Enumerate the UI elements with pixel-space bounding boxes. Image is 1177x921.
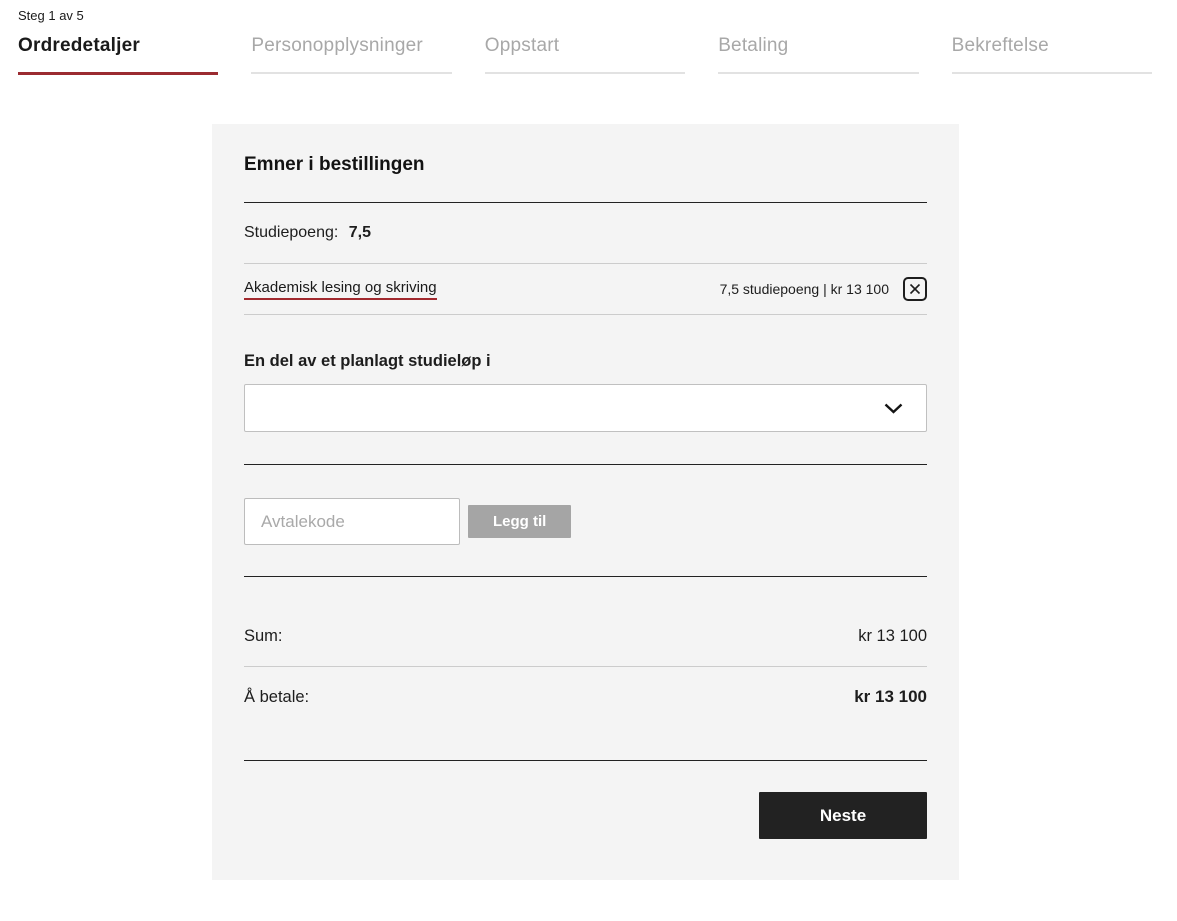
step-indicator: Steg 1 av 5 (18, 8, 1152, 23)
credits-label: Studiepoeng: (244, 224, 338, 241)
divider (244, 314, 927, 315)
amount-due-value: kr 13 100 (854, 687, 927, 707)
course-link[interactable]: Akademisk lesing og skriving (244, 279, 437, 300)
step-tab-underline (485, 72, 685, 74)
credits-row: Studiepoeng: 7,5 (244, 203, 927, 263)
step-tab-label: Personopplysninger (251, 35, 451, 57)
step-tab-oppstart[interactable]: Oppstart (485, 35, 685, 75)
sum-label: Sum: (244, 627, 283, 646)
sum-value: kr 13 100 (858, 627, 927, 646)
step-tab-underline (18, 72, 218, 75)
step-tab-label: Bekreftelse (952, 35, 1152, 57)
step-tabs: Ordredetaljer Personopplysninger Oppstar… (18, 35, 1152, 75)
close-icon (909, 283, 921, 295)
add-code-button[interactable]: Legg til (468, 505, 571, 538)
study-path-section: En del av et planlagt studieløp i (244, 352, 927, 432)
step-tab-bekreftelse[interactable]: Bekreftelse (952, 35, 1152, 75)
card-title: Emner i bestillingen (244, 154, 927, 176)
next-button[interactable]: Neste (759, 792, 927, 839)
step-tab-underline (251, 72, 451, 74)
amount-due-row: Å betale: kr 13 100 (244, 667, 927, 760)
credits-value: 7,5 (349, 224, 371, 241)
divider (244, 760, 927, 761)
step-tab-label: Oppstart (485, 35, 685, 57)
checkout-stepper: Steg 1 av 5 Ordredetaljer Personopplysni… (0, 0, 1177, 75)
study-path-label: En del av et planlagt studieløp i (244, 352, 927, 371)
course-meta: 7,5 studiepoeng | kr 13 100 (720, 277, 927, 301)
step-tab-ordredetaljer[interactable]: Ordredetaljer (18, 35, 218, 75)
sum-row: Sum: kr 13 100 (244, 577, 927, 666)
step-tab-label: Ordredetaljer (18, 35, 218, 57)
step-tab-underline (718, 72, 918, 74)
study-path-select[interactable] (244, 384, 927, 432)
order-summary-card: Emner i bestillingen Studiepoeng: 7,5 Ak… (212, 124, 959, 880)
course-details: 7,5 studiepoeng | kr 13 100 (720, 281, 889, 297)
step-tab-label: Betaling (718, 35, 918, 57)
agreement-code-input[interactable] (244, 498, 460, 545)
course-row: Akademisk lesing og skriving 7,5 studiep… (244, 264, 927, 314)
amount-due-label: Å betale: (244, 688, 309, 707)
agreement-code-row: Legg til (244, 498, 927, 545)
step-tab-personopplysninger[interactable]: Personopplysninger (251, 35, 451, 75)
step-tab-underline (952, 72, 1152, 74)
step-tab-betaling[interactable]: Betaling (718, 35, 918, 75)
next-row: Neste (244, 792, 927, 839)
chevron-down-icon (884, 403, 903, 414)
remove-course-button[interactable] (903, 277, 927, 301)
divider (244, 464, 927, 465)
